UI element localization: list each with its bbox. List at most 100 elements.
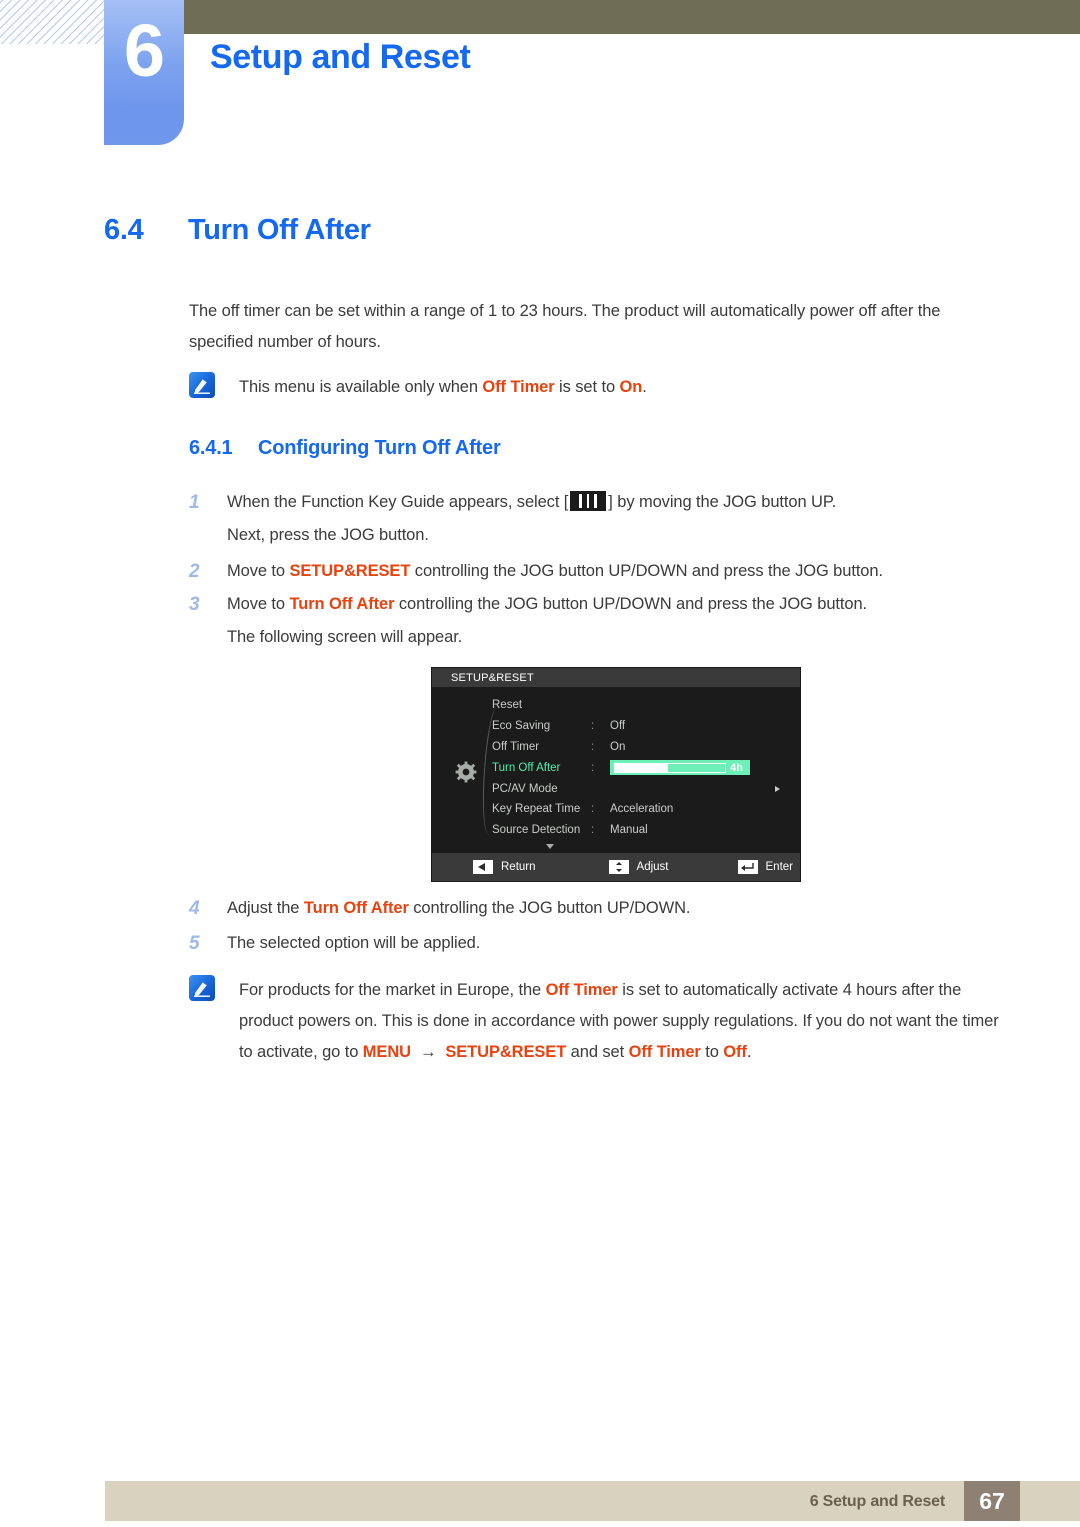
osd-row-colon: : bbox=[591, 803, 595, 816]
header-olive-bar bbox=[182, 0, 1080, 34]
osd-title: SETUP&RESET bbox=[432, 668, 800, 687]
step-body: Move to Turn Off After controlling the J… bbox=[227, 588, 867, 654]
note-top-seg1: This menu is available only when bbox=[239, 378, 483, 396]
slider-value: 4h bbox=[730, 761, 743, 774]
note-bottom-hl-setup-reset: SETUP&RESET bbox=[445, 1043, 567, 1061]
osd-row-reset[interactable]: Reset bbox=[492, 695, 792, 716]
osd-row-colon: : bbox=[591, 720, 595, 733]
chapter-title: Setup and Reset bbox=[210, 38, 471, 76]
osd-row-label: PC/AV Mode bbox=[492, 782, 558, 795]
section-number: 6.4 bbox=[104, 214, 144, 246]
note-top-highlight-off-timer: Off Timer bbox=[482, 378, 555, 396]
note-bottom-seg4: to bbox=[700, 1043, 724, 1061]
osd-row-colon: : bbox=[591, 761, 595, 774]
step-2-highlight: SETUP&RESET bbox=[289, 562, 411, 580]
section-heading: 6.4 Turn Off After bbox=[104, 214, 1004, 247]
note-top-seg2: is set to bbox=[554, 378, 620, 396]
step-number: 3 bbox=[189, 594, 200, 615]
note-bottom-seg3: and set bbox=[566, 1043, 629, 1061]
osd-menu-list: Reset Eco Saving : Off Off Timer : On Tu… bbox=[492, 695, 792, 841]
note-bottom-hl-off-timer-1: Off Timer bbox=[545, 981, 618, 999]
step-body: Move to SETUP&RESET controlling the JOG … bbox=[227, 555, 883, 588]
step-number: 4 bbox=[189, 898, 200, 919]
note-bottom-hl-off-timer-2: Off Timer bbox=[628, 1043, 701, 1061]
note-top-seg3: . bbox=[642, 378, 647, 396]
step-2-seg2: controlling the JOG button UP/DOWN and p… bbox=[410, 562, 883, 580]
note-bottom-seg1: For products for the market in Europe, t… bbox=[239, 981, 546, 999]
subsection-heading: 6.4.1 Configuring Turn Off After bbox=[189, 437, 501, 460]
up-down-key-icon bbox=[608, 860, 629, 874]
osd-footer-enter[interactable]: Enter bbox=[737, 860, 794, 874]
osd-row-pc-av-mode[interactable]: PC/AV Mode bbox=[492, 778, 792, 799]
osd-row-value: Off bbox=[610, 720, 626, 733]
note-bottom-hl-off: Off bbox=[723, 1043, 747, 1061]
osd-row-value: Acceleration bbox=[610, 803, 674, 816]
step-body: Adjust the Turn Off After controlling th… bbox=[227, 892, 690, 925]
chevron-down-icon[interactable] bbox=[546, 844, 554, 849]
osd-row-source-detection[interactable]: Source Detection : Manual bbox=[492, 820, 792, 841]
step-1-seg1: When the Function Key Guide appears, sel… bbox=[227, 493, 569, 511]
step-2: 2 Move to SETUP&RESET controlling the JO… bbox=[189, 555, 1009, 588]
osd-row-colon: : bbox=[591, 824, 595, 837]
step-4-seg1: Adjust the bbox=[227, 899, 304, 917]
osd-row-label: Eco Saving bbox=[492, 720, 551, 733]
osd-row-colon: : bbox=[591, 740, 595, 753]
osd-footer-bar: Return Adjust Enter bbox=[432, 853, 800, 881]
osd-row-value: Manual bbox=[610, 824, 648, 837]
osd-row-turn-off-after[interactable]: Turn Off After : 4h bbox=[492, 757, 792, 778]
step-4: 4 Adjust the Turn Off After controlling … bbox=[189, 892, 1009, 925]
step-number: 5 bbox=[189, 933, 200, 954]
osd-row-value: On bbox=[610, 740, 626, 753]
step-3-seg2: controlling the JOG button UP/DOWN and p… bbox=[394, 595, 868, 613]
osd-row-key-repeat-time[interactable]: Key Repeat Time : Acceleration bbox=[492, 799, 792, 820]
turn-off-after-slider[interactable]: 4h bbox=[610, 760, 750, 776]
slider-fill bbox=[614, 762, 668, 773]
left-arrow-key-icon bbox=[473, 860, 493, 874]
chapter-number: 6 bbox=[123, 9, 165, 92]
step-body: When the Function Key Guide appears, sel… bbox=[227, 486, 836, 552]
step-3-seg1: Move to bbox=[227, 595, 290, 613]
step-1: 1 When the Function Key Guide appears, s… bbox=[189, 486, 1009, 552]
note-pen-icon bbox=[189, 975, 215, 1001]
step-1-line2: Next, press the JOG button. bbox=[227, 526, 429, 544]
step-number: 1 bbox=[189, 492, 200, 513]
intro-paragraph: The off timer can be set within a range … bbox=[189, 302, 941, 351]
osd-row-label: Off Timer bbox=[492, 740, 540, 753]
osd-footer-return[interactable]: Return bbox=[473, 860, 536, 874]
step-3-highlight: Turn Off After bbox=[289, 595, 395, 613]
step-body: The selected option will be applied. bbox=[227, 934, 481, 952]
note-top-text: This menu is available only when Off Tim… bbox=[239, 372, 989, 403]
step-4-highlight: Turn Off After bbox=[303, 899, 409, 917]
osd-screenshot: SETUP&RESET Reset Eco Saving: Off Off T… bbox=[432, 668, 800, 881]
osd-footer-label: Adjust bbox=[636, 861, 669, 873]
enter-key-icon bbox=[737, 860, 758, 874]
note-bottom-seg5: . bbox=[746, 1043, 752, 1061]
step-4-seg2: controlling the JOG button UP/DOWN. bbox=[408, 899, 691, 917]
note-top-highlight-on: On bbox=[619, 378, 643, 396]
menu-key-icon bbox=[570, 491, 607, 511]
osd-footer-label: Enter bbox=[765, 861, 794, 873]
osd-row-label: Reset bbox=[492, 699, 523, 712]
note-pen-icon bbox=[189, 372, 215, 398]
step-number: 2 bbox=[189, 561, 200, 582]
step-5: 5 The selected option will be applied. bbox=[189, 927, 1009, 960]
osd-body: Reset Eco Saving : Off Off Timer : On Tu… bbox=[432, 687, 800, 853]
page-number-badge: 67 bbox=[964, 1481, 1020, 1521]
section-title: Turn Off After bbox=[188, 214, 371, 246]
step-1-seg2: ] by moving the JOG button UP. bbox=[608, 493, 837, 511]
footer-chapter-label: 6 Setup and Reset bbox=[809, 1493, 946, 1510]
osd-footer-adjust[interactable]: Adjust bbox=[608, 860, 669, 874]
step-3-line2: The following screen will appear. bbox=[227, 628, 463, 646]
chevron-right-icon bbox=[775, 785, 780, 792]
osd-row-label: Source Detection bbox=[492, 824, 581, 837]
osd-row-eco-saving[interactable]: Eco Saving : Off bbox=[492, 716, 792, 737]
osd-row-label: Turn Off After bbox=[492, 761, 561, 774]
subsection-title: Configuring Turn Off After bbox=[258, 437, 501, 459]
decorative-hatch-pattern bbox=[0, 0, 104, 44]
note-top: This menu is available only when Off Tim… bbox=[189, 372, 989, 403]
osd-row-label: Key Repeat Time bbox=[492, 803, 581, 816]
gear-icon bbox=[455, 761, 477, 783]
note-bottom-arrow: → bbox=[419, 1043, 437, 1061]
osd-row-off-timer[interactable]: Off Timer : On bbox=[492, 737, 792, 758]
note-bottom-text: For products for the market in Europe, t… bbox=[239, 975, 999, 1068]
